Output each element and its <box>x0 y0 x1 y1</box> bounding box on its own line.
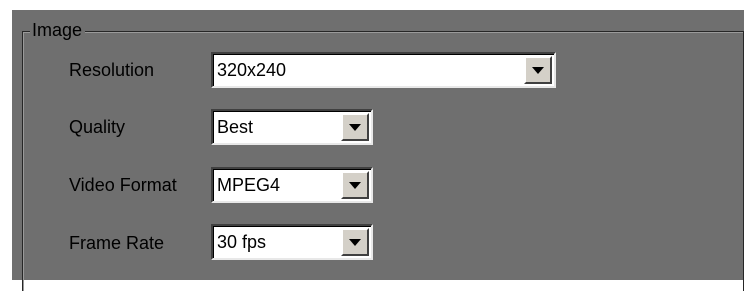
quality-dropdown-button[interactable] <box>341 113 369 141</box>
resolution-dropdown[interactable]: 320x240 <box>211 52 556 88</box>
video-format-dropdown-button[interactable] <box>341 171 369 199</box>
chevron-down-icon <box>532 67 544 74</box>
video-format-value: MPEG4 <box>217 175 281 195</box>
chevron-down-icon <box>349 239 361 246</box>
groupbox-title: Image <box>30 19 86 41</box>
frame-rate-value: 30 fps <box>217 232 267 252</box>
video-format-label: Video Format <box>69 175 177 195</box>
frame-rate-dropdown[interactable]: 30 fps <box>211 224 373 260</box>
resolution-label: Resolution <box>69 60 155 80</box>
resolution-value: 320x240 <box>217 60 287 80</box>
quality-value: Best <box>217 117 254 137</box>
quality-label: Quality <box>69 117 126 137</box>
chevron-down-icon <box>349 124 361 131</box>
resolution-dropdown-button[interactable] <box>524 56 552 84</box>
video-format-dropdown[interactable]: MPEG4 <box>211 167 373 203</box>
chevron-down-icon <box>349 182 361 189</box>
frame-rate-dropdown-button[interactable] <box>341 228 369 256</box>
frame-rate-label: Frame Rate <box>69 233 165 253</box>
quality-dropdown[interactable]: Best <box>211 109 373 145</box>
